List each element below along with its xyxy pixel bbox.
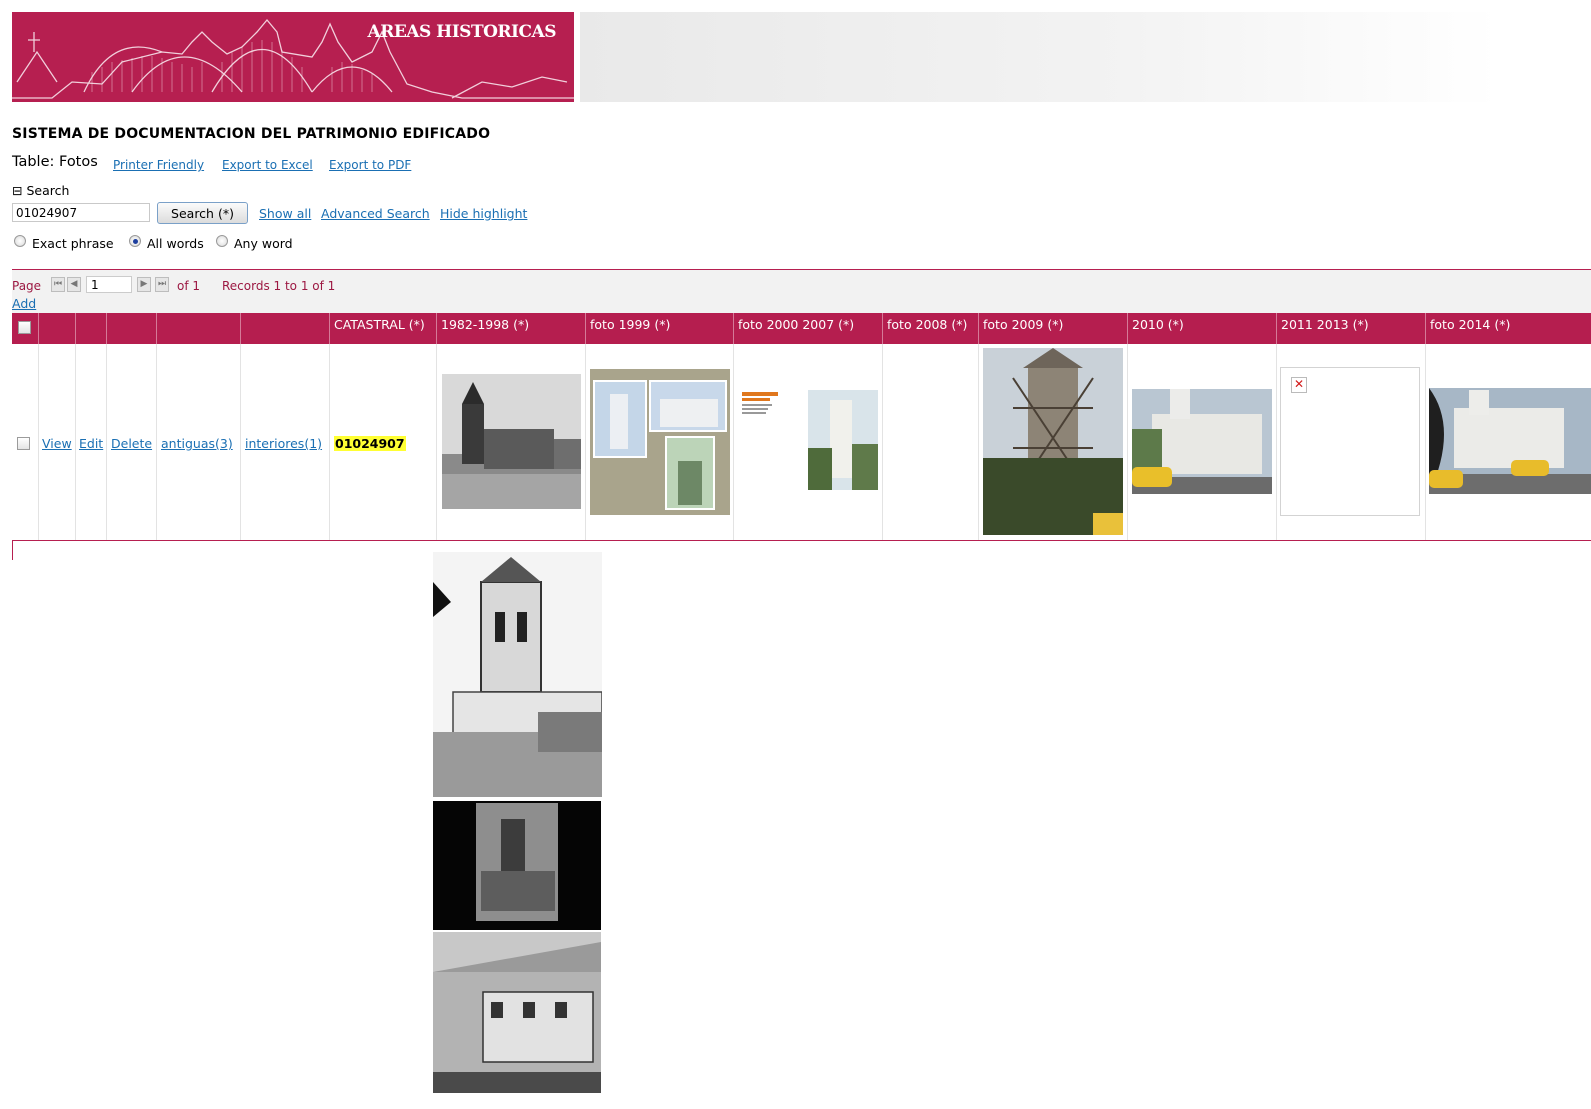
row-interiores-link[interactable]: interiores(1) (245, 436, 322, 451)
export-pdf-link[interactable]: Export to PDF (329, 158, 411, 172)
table-title: Table: Fotos (12, 154, 98, 170)
catastral-value: 01024907 (334, 436, 406, 451)
header-select-all-cell (12, 313, 39, 344)
banner-background (580, 12, 1500, 102)
last-page-icon[interactable]: ⏭ (155, 277, 169, 292)
header-col-2011-2013[interactable]: 2011 2013 (*) (1277, 313, 1426, 344)
records-label: Records 1 to 1 of 1 (222, 279, 336, 293)
page-of-label: of 1 (177, 279, 201, 293)
advanced-search-link[interactable]: Advanced Search (321, 206, 430, 221)
first-page-icon[interactable]: ⏮ (51, 277, 65, 292)
header-col-view (39, 313, 76, 344)
banner: AREAS HISTORICAS (12, 12, 574, 102)
header-col-foto-2008[interactable]: foto 2008 (*) (883, 313, 979, 344)
add-link[interactable]: Add (12, 296, 36, 311)
header-col-foto-2009[interactable]: foto 2009 (*) (979, 313, 1128, 344)
row-checkbox[interactable] (17, 437, 30, 450)
radio-all-words-label: All words (147, 236, 204, 251)
header-col-antiguas (157, 313, 241, 344)
row-view-link[interactable]: View (42, 436, 72, 451)
header-col-edit (76, 313, 107, 344)
banner-title: AREAS HISTORICAS (367, 22, 557, 42)
photo-2010[interactable] (1132, 389, 1272, 494)
search-button[interactable]: Search (*) (157, 202, 248, 224)
radio-any-word-label: Any word (234, 236, 293, 251)
radio-exact-phrase[interactable] (14, 235, 26, 247)
header-col-delete (107, 313, 157, 344)
next-page-icon[interactable]: ▶ (137, 277, 151, 292)
radio-exact-phrase-label: Exact phrase (32, 236, 114, 251)
hide-highlight-link[interactable]: Hide highlight (440, 206, 527, 221)
header-col-interiores (241, 313, 330, 344)
photo-foto-2000-2007[interactable] (740, 388, 880, 492)
search-toggle[interactable]: ⊟ Search (12, 183, 69, 198)
row-bottom-border (12, 540, 13, 560)
show-all-link[interactable]: Show all (259, 206, 311, 221)
row-antiguas-link[interactable]: antiguas(3) (161, 436, 233, 451)
header-col-foto-2000-2007[interactable]: foto 2000 2007 (*) (734, 313, 883, 344)
header-col-1982-1998[interactable]: 1982-1998 (*) (437, 313, 586, 344)
photo-1982-1998[interactable] (442, 374, 581, 509)
table-header: CATASTRAL (*) 1982-1998 (*) foto 1999 (*… (12, 313, 1591, 345)
radio-any-word[interactable] (216, 235, 228, 247)
antiguas-preview-2 (433, 801, 601, 930)
broken-image-icon: ✕ (1291, 377, 1307, 393)
app-title: SISTEMA DE DOCUMENTACION DEL PATRIMONIO … (12, 126, 491, 142)
export-excel-link[interactable]: Export to Excel (222, 158, 313, 172)
header-col-foto-2014[interactable]: foto 2014 (*) (1426, 313, 1591, 344)
photo-foto-2014[interactable] (1429, 388, 1591, 494)
row-delete-link[interactable]: Delete (111, 436, 152, 451)
prev-page-icon[interactable]: ◀ (67, 277, 81, 292)
page-label: Page (12, 279, 42, 293)
radio-all-words[interactable] (129, 235, 141, 247)
search-input[interactable] (12, 203, 150, 222)
printer-friendly-link[interactable]: Printer Friendly (113, 158, 204, 172)
select-all-checkbox[interactable] (18, 321, 31, 334)
header-col-catastral[interactable]: CATASTRAL (*) (330, 313, 437, 344)
antiguas-preview-1 (433, 552, 602, 797)
header-col-2010[interactable]: 2010 (*) (1128, 313, 1277, 344)
photo-foto-1999[interactable] (590, 369, 730, 515)
row-edit-link[interactable]: Edit (79, 436, 103, 451)
photo-2011-2013[interactable]: ✕ (1280, 367, 1420, 516)
antiguas-preview-3 (433, 932, 601, 1093)
page-input[interactable] (86, 276, 132, 293)
header-col-foto-1999[interactable]: foto 1999 (*) (586, 313, 734, 344)
photo-foto-2009[interactable] (983, 348, 1123, 535)
